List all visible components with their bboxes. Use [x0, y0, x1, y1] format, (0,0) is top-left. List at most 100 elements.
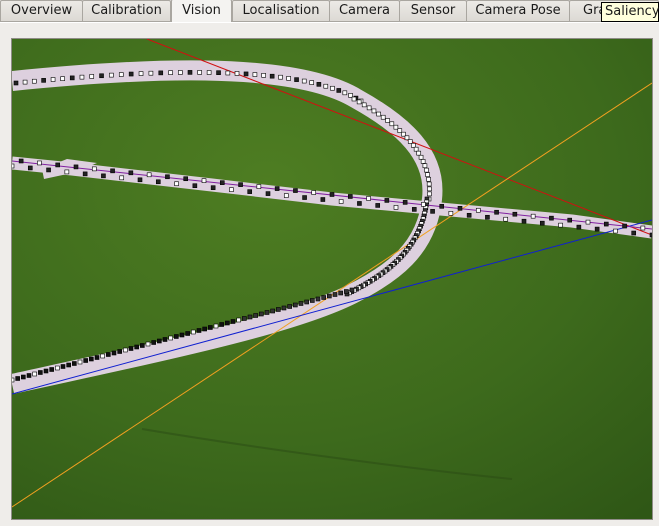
saliency-point: [594, 226, 600, 232]
saliency-point: [393, 205, 399, 210]
tab-camera-pose[interactable]: Camera Pose: [466, 0, 570, 21]
saliency-point: [356, 99, 362, 105]
saliency-point: [475, 207, 481, 213]
saliency-point: [316, 82, 322, 87]
saliency-point: [128, 346, 134, 351]
saliency-point: [178, 70, 183, 75]
saliency-point: [631, 230, 637, 236]
saliency-point: [338, 290, 343, 296]
saliency-point: [43, 368, 49, 374]
saliency-point: [236, 317, 241, 323]
saliency-point: [111, 350, 117, 356]
saliency-point: [247, 314, 253, 320]
saliency-point: [549, 215, 554, 221]
saliency-point: [389, 121, 395, 127]
saliency-point: [351, 96, 357, 102]
saliency-point: [366, 196, 371, 201]
saliency-point: [230, 319, 236, 324]
saliency-point: [426, 181, 432, 187]
saliency-point: [404, 135, 410, 141]
saliency-point: [119, 175, 125, 181]
saliency-point: [66, 362, 71, 368]
saliency-point: [210, 185, 216, 190]
saliency-point: [424, 167, 429, 173]
saliency-point: [253, 313, 258, 318]
saliency-point: [41, 78, 46, 83]
saliency-point: [91, 166, 97, 172]
saliency-point: [420, 159, 426, 164]
saliency-point: [384, 198, 390, 203]
saliency-point: [158, 70, 164, 76]
saliency-point: [162, 337, 168, 342]
tab-camera[interactable]: Camera: [329, 0, 400, 21]
saliency-point: [89, 356, 94, 362]
saliency-point: [298, 301, 304, 306]
saliency-point: [79, 74, 85, 80]
saliency-point: [191, 329, 196, 335]
saliency-point: [539, 220, 545, 226]
saliency-point: [329, 192, 335, 197]
saliency-point: [197, 70, 202, 75]
saliency-point: [261, 73, 266, 78]
saliency-point: [101, 173, 106, 179]
saliency-point: [567, 217, 573, 223]
saliency-point: [229, 187, 234, 192]
saliency-point: [155, 179, 161, 185]
saliency-point: [310, 298, 315, 303]
saliency-point: [128, 170, 134, 176]
tab-sensor[interactable]: Sensor: [399, 0, 467, 21]
saliency-point: [338, 199, 344, 204]
saliency-point: [413, 146, 419, 152]
saliency-point: [494, 209, 499, 215]
saliency-point: [151, 340, 156, 345]
saliency-point: [27, 165, 33, 171]
saliency-point: [457, 206, 463, 211]
saliency-point: [73, 164, 79, 170]
saliency-point: [274, 186, 280, 191]
saliency-point: [327, 293, 332, 299]
saliency-point: [311, 190, 317, 195]
saliency-point: [106, 352, 111, 357]
saliency-point: [206, 70, 212, 75]
tab-localisation[interactable]: Localisation: [232, 0, 330, 21]
saliency-point: [134, 344, 139, 350]
tab-calibration[interactable]: Calibration: [82, 0, 171, 21]
saliency-point: [46, 167, 51, 173]
saliency-point: [26, 373, 32, 378]
saliency-point: [38, 370, 43, 375]
saliency-point: [512, 211, 518, 217]
saliency-point: [485, 214, 490, 220]
saliency-point: [145, 341, 151, 347]
saliency-point: [82, 171, 88, 177]
saliency-point: [613, 228, 618, 234]
saliency-point: [18, 158, 24, 164]
saliency-point: [196, 328, 202, 333]
tab-vision[interactable]: Vision: [171, 0, 232, 22]
tab-overview[interactable]: Overview: [0, 0, 83, 21]
saliency-point: [411, 142, 416, 148]
saliency-point: [265, 191, 271, 196]
saliency-point: [12, 377, 15, 383]
saliency-point: [123, 347, 128, 353]
camera-image-view[interactable]: [11, 38, 653, 520]
saliency-point: [242, 316, 247, 321]
saliency-point: [393, 124, 399, 130]
saliency-point: [168, 70, 173, 75]
saliency-point: [294, 77, 299, 82]
saliency-point: [37, 160, 42, 166]
saliency-point: [208, 325, 213, 330]
saliency-point: [293, 188, 298, 193]
saliency-point: [50, 77, 56, 82]
saliency-point: [60, 364, 66, 369]
saliency-point: [216, 70, 221, 75]
saliency-point: [174, 334, 179, 339]
saliency-point: [157, 338, 162, 344]
saliency-point: [72, 361, 77, 366]
saliency-point: [649, 232, 652, 238]
saliency-point: [201, 178, 207, 183]
saliency-point: [60, 76, 65, 81]
saliency-point: [287, 304, 292, 309]
saliency-point: [109, 72, 114, 78]
saliency-point: [117, 349, 122, 354]
saliency-point: [422, 163, 428, 169]
